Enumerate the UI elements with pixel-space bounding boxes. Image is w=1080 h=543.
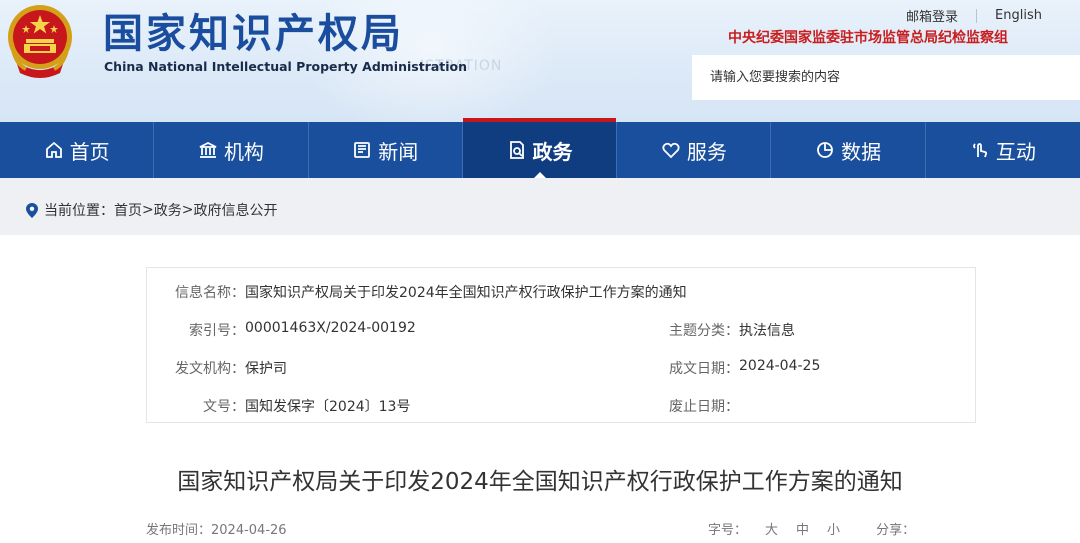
info-index-value: 00001463X/2024-00192: [245, 320, 416, 336]
nav-item-news[interactable]: 新闻: [309, 122, 463, 178]
breadcrumb-bar: 当前位置： 首页 > 政务 > 政府信息公开: [0, 178, 1080, 235]
info-issuer-value: 保护司: [245, 361, 287, 377]
nav-item-service[interactable]: 服务: [617, 122, 772, 178]
document-info-table: 信息名称： 国家知识产权局关于印发2024年全国知识产权行政保护工作方案的通知 …: [146, 267, 976, 423]
interaction-icon: [973, 143, 987, 158]
site-logo-chinese[interactable]: 国家知识产权局: [103, 10, 404, 58]
font-size-label: 字号：: [708, 523, 748, 538]
info-row-docno: 文号： 国知发保字〔2024〕13号: [147, 396, 410, 416]
breadcrumb: 当前位置： 首页 > 政务 > 政府信息公开: [26, 200, 277, 220]
info-topic-value: 执法信息: [739, 323, 795, 339]
nav-item-label: 政务: [532, 139, 573, 164]
info-index-label: 索引号：: [189, 323, 245, 339]
nav-item-label: 服务: [686, 139, 727, 164]
nav-item-label: 数据: [841, 139, 882, 164]
mailbox-login-link[interactable]: 邮箱登录: [906, 6, 958, 25]
breadcrumb-separator: >: [142, 202, 154, 218]
nav-item-data[interactable]: 数据: [771, 122, 926, 178]
supervision-link[interactable]: 中央纪委国家监委驻市场监管总局纪检监察组: [728, 27, 1008, 47]
nav-item-label: 机构: [223, 139, 264, 164]
breadcrumb-item-home[interactable]: 首页: [114, 200, 142, 220]
info-row-topic: 主题分类： 执法信息: [647, 320, 795, 340]
nav-item-label: 互动: [995, 139, 1036, 164]
info-name-label: 信息名称：: [175, 285, 245, 301]
font-size-controls: 字号： 大 中 小 分享：: [708, 519, 933, 538]
nav-item-interaction[interactable]: 互动: [926, 122, 1080, 178]
nav-item-government-affairs[interactable]: 政务: [462, 118, 618, 179]
service-icon: [662, 142, 680, 159]
info-expire-label: 废止日期：: [669, 399, 739, 415]
publish-time: 发布时间：2024-04-26: [146, 519, 287, 538]
main-navigation: 首页 机构 新闻 政务 服务 数据 互动: [0, 118, 1080, 179]
nav-item-label: 新闻: [378, 139, 419, 164]
search-box: [692, 55, 1080, 100]
info-row-issuer: 发文机构： 保护司: [147, 358, 287, 378]
institution-icon: [199, 141, 217, 158]
home-icon: [45, 141, 62, 158]
data-icon: [817, 142, 834, 158]
info-row-index: 索引号： 00001463X/2024-00192: [147, 320, 416, 340]
site-header: ISTRATION 国家知识产权局 China National Intelle…: [0, 0, 1080, 122]
divider: [976, 8, 978, 23]
document-title: 国家知识产权局关于印发2024年全国知识产权行政保护工作方案的通知: [177, 469, 903, 495]
info-row-date: 成文日期： 2024-04-25: [647, 358, 820, 378]
top-links: 邮箱登录 English: [906, 6, 1042, 25]
nav-item-label: 首页: [69, 139, 110, 164]
info-date-value: 2024-04-25: [739, 358, 821, 374]
nav-item-institution[interactable]: 机构: [154, 122, 309, 178]
publish-time-value: 2024-04-26: [211, 523, 287, 538]
info-date-label: 成文日期：: [669, 361, 739, 377]
info-docno-label: 文号：: [203, 399, 245, 415]
national-emblem-icon: [8, 5, 72, 78]
breadcrumb-prefix: 当前位置：: [44, 203, 114, 219]
location-pin-icon: [26, 202, 38, 218]
font-size-small-button[interactable]: 小: [827, 519, 840, 538]
search-input[interactable]: [692, 55, 1080, 100]
info-row-name: 信息名称： 国家知识产权局关于印发2024年全国知识产权行政保护工作方案的通知: [147, 282, 687, 302]
info-issuer-label: 发文机构：: [175, 361, 245, 377]
site-logo-english[interactable]: China National Intellectual Property Adm…: [104, 59, 467, 74]
english-link[interactable]: English: [995, 8, 1042, 23]
font-size-large-button[interactable]: 大: [765, 519, 778, 538]
breadcrumb-item-public-info[interactable]: 政府信息公开: [193, 200, 277, 220]
breadcrumb-separator: >: [181, 202, 194, 218]
news-icon: [354, 142, 371, 158]
publish-time-label: 发布时间：: [146, 523, 212, 538]
breadcrumb-item-government-affairs[interactable]: 政务: [154, 200, 182, 220]
government-affairs-icon: [509, 141, 524, 159]
info-row-expire: 废止日期：: [647, 396, 739, 416]
nav-item-home[interactable]: 首页: [0, 122, 155, 178]
info-topic-label: 主题分类：: [669, 323, 739, 339]
share-label: 分享：: [876, 523, 916, 538]
info-docno-value: 国知发保字〔2024〕13号: [245, 399, 411, 415]
info-name-value: 国家知识产权局关于印发2024年全国知识产权行政保护工作方案的通知: [245, 285, 687, 301]
main-content: 信息名称： 国家知识产权局关于印发2024年全国知识产权行政保护工作方案的通知 …: [0, 235, 1080, 543]
font-size-medium-button[interactable]: 中: [796, 519, 809, 538]
